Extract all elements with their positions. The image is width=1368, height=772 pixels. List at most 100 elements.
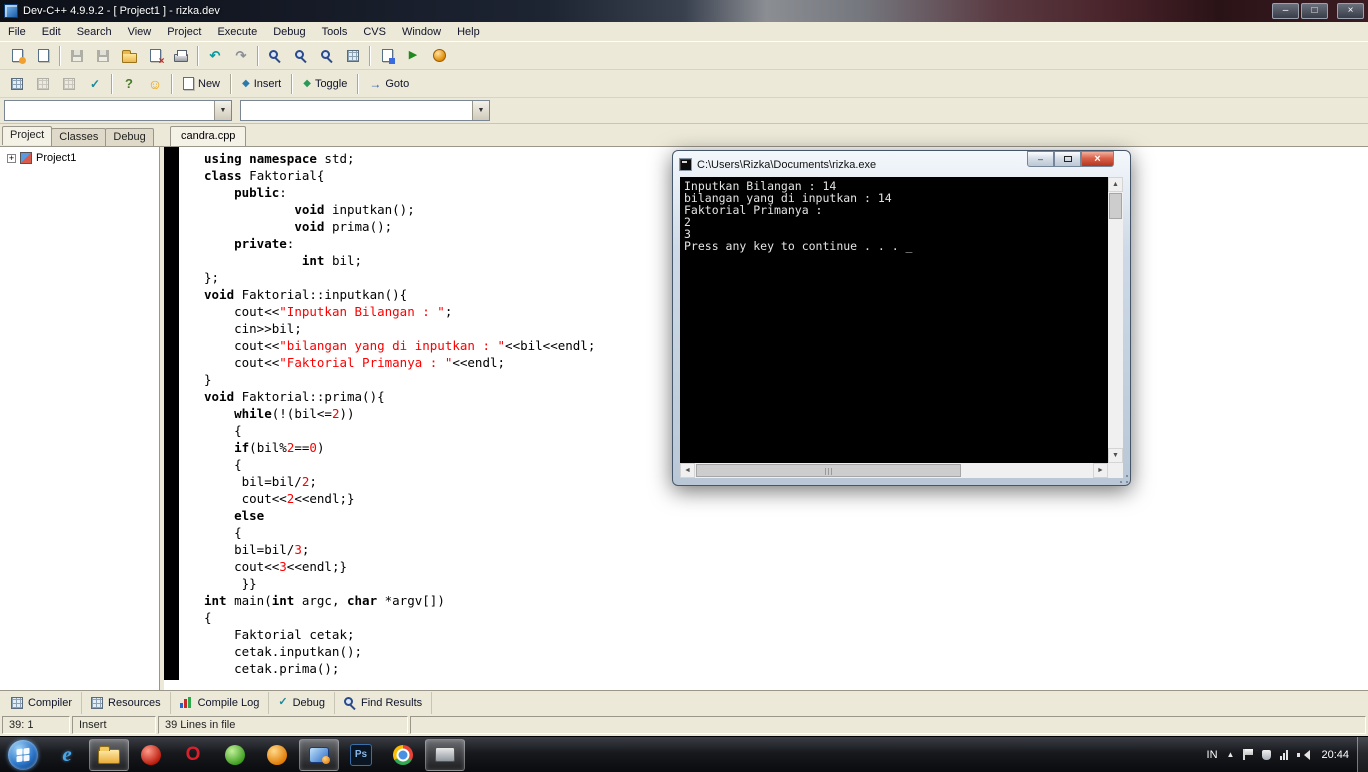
specials-goto-button[interactable]: → Goto [362,72,416,96]
redo-button[interactable]: ↷ [228,44,254,68]
console-window: C:\Users\Rizka\Documents\rizka.exe – × I… [672,150,1131,486]
taskbar-gray-app-button[interactable] [425,738,465,771]
goto-line-icon [347,49,359,62]
taskbar-green-app-button[interactable] [215,739,255,771]
compiler-tab-icon [11,696,23,709]
show-desktop-button[interactable] [1357,736,1368,772]
console-vertical-scrollbar[interactable]: ▲ ▼ [1108,177,1123,463]
new-source-button[interactable] [30,44,56,68]
save-all-button[interactable] [90,44,116,68]
console-window-icon [679,158,692,171]
tab-classes[interactable]: Classes [51,128,107,146]
toolbar-separator [59,45,61,66]
taskbar-red-app-button[interactable] [131,739,171,771]
tree-expand-icon[interactable]: + [7,153,16,163]
close-button[interactable]: × [1337,3,1364,19]
specials-new-button[interactable]: New [176,72,227,96]
run-button[interactable]: ▶ [400,44,426,68]
menu-window[interactable]: Window [394,24,449,40]
console-horizontal-scrollbar[interactable]: ◄ ► [680,463,1108,478]
volume-icon[interactable] [1297,749,1311,760]
console-maximize-button[interactable] [1054,151,1081,167]
menu-search[interactable]: Search [69,24,120,40]
goto-line-button[interactable] [340,44,366,68]
undo-button[interactable]: ↶ [202,44,228,68]
taskbar-explorer-button[interactable] [89,738,129,771]
help-button[interactable]: ? [116,72,142,96]
menu-project[interactable]: Project [159,24,209,40]
compiler-config-combobox[interactable]: ▼ [4,100,232,121]
menu-debug[interactable]: Debug [265,24,313,40]
console-output[interactable]: Inputkan Bilangan : 14 bilangan yang di i… [680,177,1108,463]
new-member-function-button[interactable] [30,72,56,96]
taskbar-orange-app-button[interactable] [257,739,297,771]
tab-project[interactable]: Project [2,126,53,145]
replace-button[interactable] [288,44,314,68]
code-line: }} [204,576,257,591]
open-button[interactable] [116,44,142,68]
new-member-variable-button[interactable] [56,72,82,96]
specials-toggle-button[interactable]: ◆ Toggle [296,72,354,96]
tab-debug[interactable]: Debug [105,128,154,146]
save-button[interactable] [64,44,90,68]
compile-button[interactable] [374,44,400,68]
menu-execute[interactable]: Execute [209,24,265,40]
find-in-files-button[interactable] [314,44,340,68]
console-minimize-button[interactable]: – [1027,151,1054,167]
explorer-folder-icon [98,746,120,764]
menu-tools[interactable]: Tools [314,24,356,40]
resize-grip[interactable] [1120,475,1128,483]
tab-compile-log[interactable]: Compile Log [171,691,270,714]
new-source-icon [37,49,49,62]
horizontal-scroll-thumb[interactable] [696,464,961,477]
toolbar-separator [171,73,173,94]
tab-debug-bottom[interactable]: ✓ Debug [269,691,335,714]
class-browser-combobox[interactable]: ▼ [240,100,490,121]
network-icon[interactable] [1280,749,1289,760]
start-button[interactable] [8,739,38,770]
system-tray: IN ▲ [1201,749,1320,761]
security-shield-icon[interactable] [1262,749,1272,760]
new-project-button[interactable] [4,44,30,68]
about-button[interactable]: ☺ [142,72,168,96]
toolbar-separator [197,45,199,66]
project-tree-node[interactable]: + Project1 [1,147,159,164]
tab-find-results[interactable]: Find Results [335,691,433,714]
tray-chevron-icon[interactable]: ▲ [1227,750,1235,759]
vertical-scroll-thumb[interactable] [1109,193,1122,219]
scroll-left-icon[interactable]: ◄ [680,463,695,478]
syntax-check-button[interactable]: ✓ [82,72,108,96]
close-file-button[interactable]: × [142,44,168,68]
taskbar-chrome-button[interactable] [383,739,423,771]
find-in-files-icon [321,49,330,59]
new-class-button[interactable] [4,72,30,96]
print-button[interactable] [168,44,194,68]
find-button[interactable] [262,44,288,68]
minimize-button[interactable]: – [1272,3,1299,19]
tab-compiler[interactable]: Compiler [2,691,83,714]
taskbar-ie-button[interactable]: e [47,739,87,771]
toolbar-separator [291,73,294,94]
scroll-up-icon[interactable]: ▲ [1108,177,1123,192]
taskbar-clock[interactable]: 20:44 [1319,749,1357,761]
menu-file[interactable]: File [0,24,34,40]
maximize-button[interactable]: □ [1301,3,1328,19]
menu-help[interactable]: Help [449,24,488,40]
menu-cvs[interactable]: CVS [355,24,394,40]
console-close-button[interactable]: × [1081,151,1114,167]
action-center-flag-icon[interactable] [1243,749,1254,760]
compiler-config-dropdown-icon[interactable]: ▼ [214,101,231,120]
language-indicator[interactable]: IN [1207,749,1218,761]
scroll-right-icon[interactable]: ► [1093,463,1108,478]
class-browser-dropdown-icon[interactable]: ▼ [472,101,489,120]
scroll-down-icon[interactable]: ▼ [1108,448,1123,463]
editor-tab-candra-cpp[interactable]: candra.cpp [170,126,247,146]
compile-and-run-button[interactable] [426,44,452,68]
specials-insert-button[interactable]: ◆ Insert [235,72,288,96]
taskbar-photoshop-button[interactable]: Ps [341,739,381,771]
taskbar-opera-button[interactable]: O [173,739,213,771]
menu-view[interactable]: View [120,24,160,40]
taskbar-media-player-button[interactable] [299,738,339,771]
menu-edit[interactable]: Edit [34,24,69,40]
tab-resources[interactable]: Resources [82,691,171,714]
